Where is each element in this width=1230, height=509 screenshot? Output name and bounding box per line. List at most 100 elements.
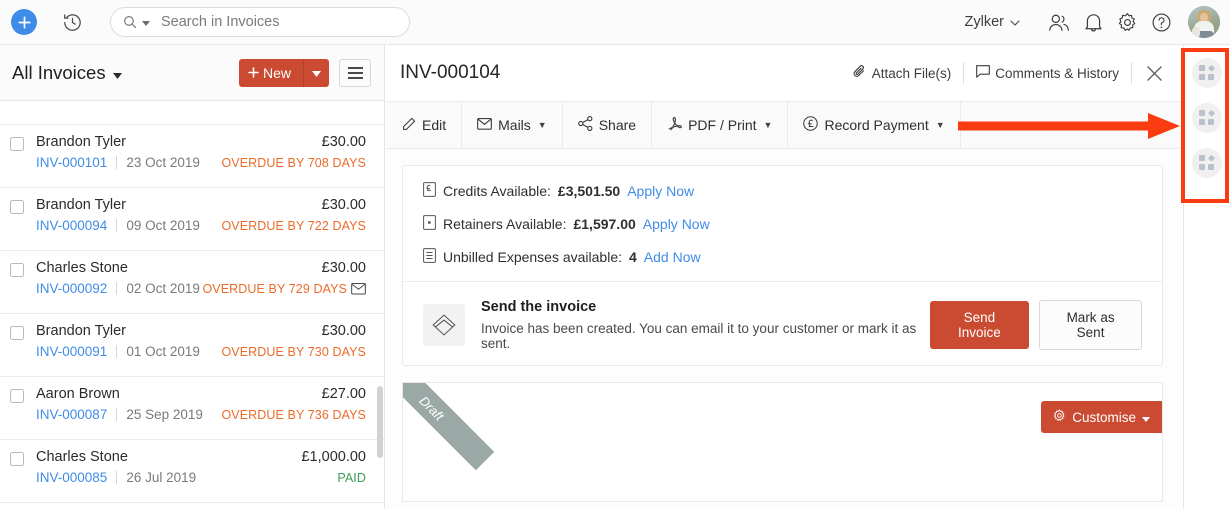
- top-navigation-bar: Zylker: [0, 0, 1230, 45]
- table-row[interactable]: Charles Stone £1,000.00 INV-000085 26 Ju…: [0, 440, 384, 503]
- table-row[interactable]: [0, 101, 384, 125]
- close-icon[interactable]: [1132, 65, 1169, 82]
- ellipsis-icon[interactable]: •••: [961, 102, 1013, 148]
- customise-button[interactable]: Customise: [1041, 401, 1162, 433]
- caret-down-icon: ▼: [936, 120, 945, 130]
- row-checkbox[interactable]: [10, 389, 24, 403]
- mails-button[interactable]: Mails ▼: [462, 102, 563, 148]
- help-circle-icon[interactable]: [1144, 5, 1178, 39]
- clock-history-icon[interactable]: [59, 9, 85, 35]
- table-row[interactable]: Charles Stone £30.00 INV-000092 02 Oct 2…: [0, 251, 384, 314]
- credits-available-label: Credits Available:: [443, 183, 551, 199]
- hamburger-icon[interactable]: [339, 59, 371, 87]
- invoice-number-link[interactable]: INV-000085: [36, 470, 107, 485]
- apply-retainers-link[interactable]: Apply Now: [643, 216, 710, 232]
- invoice-date: 09 Oct 2019: [126, 218, 200, 233]
- comment-icon: [976, 65, 990, 81]
- record-payment-button[interactable]: Record Payment ▼: [788, 102, 960, 148]
- send-invoice-subtitle: Invoice has been created. You can email …: [481, 321, 930, 351]
- share-button[interactable]: Share: [563, 102, 652, 148]
- divider: [116, 282, 117, 295]
- search-icon: [123, 15, 137, 29]
- row-checkbox[interactable]: [10, 326, 24, 340]
- attach-files-button[interactable]: Attach File(s): [841, 64, 964, 82]
- caret-down-icon: [113, 62, 122, 84]
- invoice-preview-card: Draft Customise: [402, 382, 1163, 502]
- page-title: INV-000104: [400, 62, 500, 84]
- customer-name: Aaron Brown: [36, 386, 120, 402]
- gear-icon[interactable]: [1110, 5, 1144, 39]
- invoice-number-link[interactable]: INV-000094: [36, 218, 107, 233]
- gear-icon: [1053, 409, 1066, 425]
- table-row[interactable]: Aaron Brown £27.00 INV-000087 25 Sep 201…: [0, 377, 384, 440]
- caret-down-icon[interactable]: [142, 13, 150, 31]
- apps-grid-icon[interactable]: [1192, 58, 1222, 88]
- caret-down-icon: ▼: [764, 120, 773, 130]
- customer-name: Brandon Tyler: [36, 323, 126, 339]
- retainers-available-label: Retainers Available:: [443, 216, 566, 232]
- comments-history-button[interactable]: Comments & History: [964, 65, 1131, 81]
- invoice-amount: £30.00: [322, 197, 366, 213]
- status-badge: Draft: [402, 382, 494, 470]
- detail-body: Credits Available: £3,501.50 Apply Now R…: [386, 149, 1183, 509]
- plus-icon[interactable]: [11, 9, 37, 35]
- invoice-amount: £30.00: [322, 323, 366, 339]
- customer-name: Charles Stone: [36, 260, 128, 276]
- apply-credits-link[interactable]: Apply Now: [627, 183, 694, 199]
- credits-available-value: £3,501.50: [558, 183, 620, 199]
- users-icon[interactable]: [1042, 5, 1076, 39]
- send-invoice-button[interactable]: Send Invoice: [930, 301, 1029, 349]
- invoice-date: 02 Oct 2019: [126, 281, 200, 296]
- comments-history-label: Comments & History: [995, 66, 1119, 81]
- invoice-date: 26 Jul 2019: [126, 470, 196, 485]
- scrollbar-thumb[interactable]: [377, 386, 383, 458]
- bell-icon[interactable]: [1076, 5, 1110, 39]
- email-sent-icon: [351, 283, 366, 295]
- avatar[interactable]: [1188, 6, 1220, 38]
- edit-label: Edit: [422, 117, 446, 133]
- invoice-list-scroll-area: Brandon Tyler £30.00 INV-000101 23 Oct 2…: [0, 101, 384, 509]
- table-row[interactable]: Brandon Tyler £30.00 INV-000101 23 Oct 2…: [0, 125, 384, 188]
- customise-label: Customise: [1072, 410, 1136, 425]
- invoice-list: Brandon Tyler £30.00 INV-000101 23 Oct 2…: [0, 101, 384, 503]
- detail-header-actions: Attach File(s) Comments & History: [841, 62, 1169, 84]
- divider: [116, 408, 117, 421]
- new-invoice-button-group: New: [239, 59, 329, 87]
- table-row[interactable]: Brandon Tyler £30.00 INV-000094 09 Oct 2…: [0, 188, 384, 251]
- pdf-print-button[interactable]: PDF / Print ▼: [652, 102, 788, 148]
- row-checkbox[interactable]: [10, 200, 24, 214]
- table-row[interactable]: Brandon Tyler £30.00 INV-000091 01 Oct 2…: [0, 314, 384, 377]
- topbar-right-group: Zylker: [965, 5, 1230, 39]
- new-invoice-label: New: [263, 65, 291, 81]
- organization-switcher[interactable]: Zylker: [965, 14, 1020, 30]
- caret-down-icon: ▼: [538, 120, 547, 130]
- row-checkbox[interactable]: [10, 263, 24, 277]
- invoice-number-link[interactable]: INV-000101: [36, 155, 107, 170]
- edit-button[interactable]: Edit: [386, 102, 462, 148]
- invoice-date: 23 Oct 2019: [126, 155, 200, 170]
- apps-grid-icon[interactable]: [1192, 148, 1222, 178]
- list-scrollbar[interactable]: [377, 101, 383, 509]
- apps-grid-icon[interactable]: [1192, 103, 1222, 133]
- send-invoice-actions: Send Invoice Mark as Sent: [930, 300, 1142, 350]
- invoice-number-link[interactable]: INV-000091: [36, 344, 107, 359]
- divider: [116, 219, 117, 232]
- search-input-wrapper[interactable]: [110, 7, 410, 37]
- invoice-number-link[interactable]: INV-000087: [36, 407, 107, 422]
- invoice-number-link[interactable]: INV-000092: [36, 281, 107, 296]
- divider: [116, 471, 117, 484]
- mark-as-sent-button[interactable]: Mark as Sent: [1039, 300, 1142, 350]
- row-checkbox[interactable]: [10, 452, 24, 466]
- new-invoice-button[interactable]: New: [239, 59, 304, 87]
- search-input[interactable]: [161, 14, 376, 30]
- invoice-amount: £30.00: [322, 134, 366, 150]
- record-payment-label: Record Payment: [824, 117, 928, 133]
- new-invoice-dropdown-button[interactable]: [304, 59, 329, 87]
- row-checkbox[interactable]: [10, 137, 24, 151]
- invoice-amount: £1,000.00: [301, 449, 366, 465]
- list-header-actions: New: [239, 59, 371, 87]
- retainer-icon: [423, 215, 436, 233]
- list-filter-dropdown[interactable]: All Invoices: [12, 62, 122, 84]
- status-badge: OVERDUE BY 736 DAYS: [221, 408, 366, 422]
- add-expense-link[interactable]: Add Now: [644, 249, 701, 265]
